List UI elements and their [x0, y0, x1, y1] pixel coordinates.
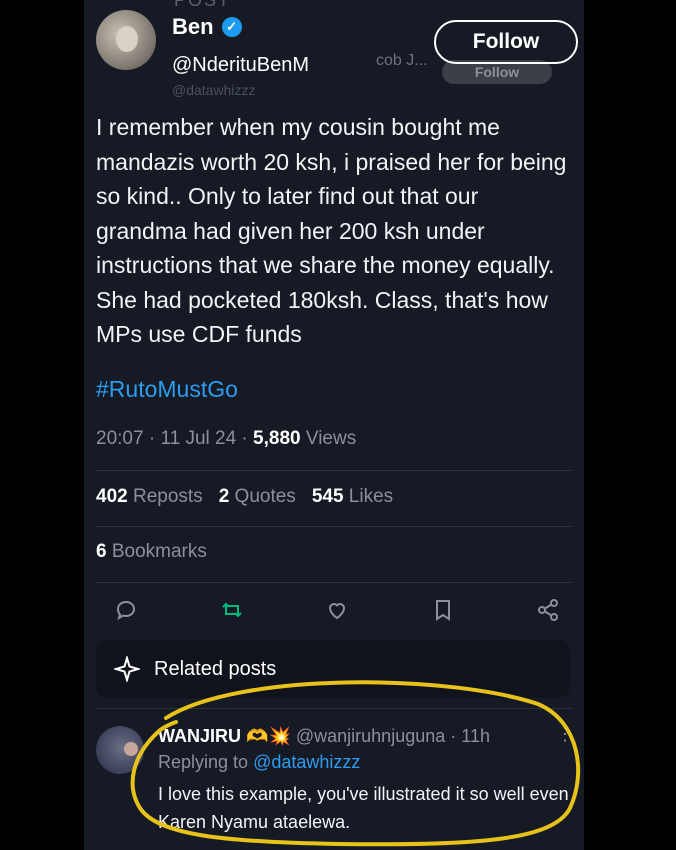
- like-icon[interactable]: [323, 596, 351, 624]
- hashtag-link[interactable]: #RutoMustGo: [96, 376, 238, 403]
- bookmark-icon[interactable]: [429, 596, 457, 624]
- views-label: Views: [305, 428, 357, 449]
- quotes-count: 2: [218, 486, 230, 507]
- ghost-handle-text: cob J...: [376, 52, 428, 69]
- quotes-stat[interactable]: 2 Quotes: [219, 486, 296, 508]
- bookmarks-stat[interactable]: 6 Bookmarks: [96, 541, 207, 563]
- tweet-meta: 20:07 · 11 Jul 24 · 5,880 Views: [96, 428, 356, 450]
- ghost-handle-text-2: @datawhizzz: [172, 82, 256, 98]
- likes-stat[interactable]: 545 Likes: [312, 486, 393, 508]
- reply-icon[interactable]: [112, 596, 140, 624]
- share-icon[interactable]: [534, 596, 562, 624]
- tweet-text: I remember when my cousin bought me mand…: [96, 114, 567, 347]
- meta-separator: ·: [241, 428, 254, 449]
- quotes-label: Quotes: [234, 486, 296, 507]
- bookmarks-label: Bookmarks: [111, 541, 207, 562]
- divider: [96, 582, 572, 583]
- reposts-stat[interactable]: 402 Reposts: [96, 486, 203, 508]
- author-name[interactable]: Ben: [172, 14, 214, 40]
- views-count: 5,880: [253, 428, 301, 449]
- reposts-count: 402: [96, 486, 128, 507]
- verified-icon: ✓: [221, 17, 242, 37]
- meta-separator: ·: [148, 428, 161, 449]
- author-name-row: Ben ✓: [172, 14, 242, 40]
- action-bar: [112, 596, 562, 624]
- author-avatar[interactable]: [96, 10, 156, 70]
- divider: [96, 526, 572, 527]
- engagement-stats: 402 Reposts 2 Quotes 545 Likes: [96, 486, 393, 508]
- likes-count: 545: [311, 486, 344, 507]
- tweet-date: 11 Jul 24: [160, 428, 237, 449]
- avatar-face: [116, 26, 138, 52]
- bookmarks-count: 6: [96, 541, 107, 562]
- tweet-time: 20:07: [96, 428, 144, 449]
- follow-button[interactable]: Follow: [434, 20, 578, 64]
- repost-icon[interactable]: [218, 596, 246, 624]
- author-handle[interactable]: @NderituBenM: [172, 54, 309, 77]
- post-header: Ben ✓ @NderituBenM cob J... @datawhizzz …: [96, 8, 578, 98]
- likes-label: Likes: [348, 486, 394, 507]
- divider: [96, 470, 572, 471]
- reposts-label: Reposts: [132, 486, 203, 507]
- highlight-circle-annotation: [130, 680, 581, 847]
